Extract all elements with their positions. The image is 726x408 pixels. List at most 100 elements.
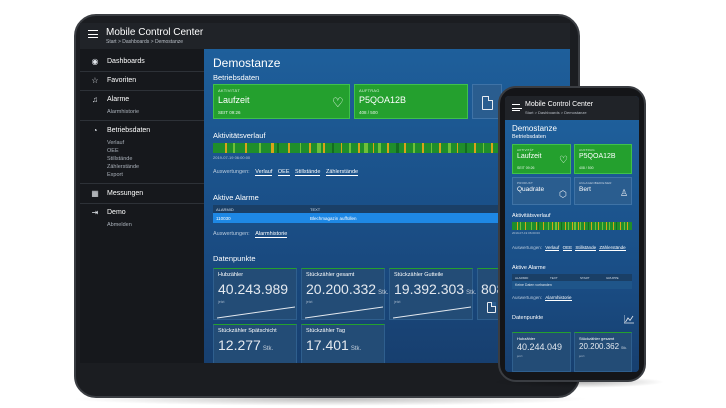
sidebar-item-label: Demo: [107, 209, 126, 216]
timeline-start-time: 2019-07-19 06:00:00: [512, 231, 540, 235]
sidebar-subitem-abmelden[interactable]: Abmelden: [107, 222, 132, 228]
datapoint-value: 17.401 Stk.: [306, 337, 361, 353]
timeline-segment: [580, 222, 582, 230]
sidebar-item-messungen[interactable]: ▦ Messungen: [80, 186, 204, 202]
tile-produkt[interactable]: PRODUKT Quadrate ⬡: [512, 177, 571, 205]
breadcrumb-dashboards[interactable]: Dashboards: [122, 39, 149, 45]
timeline-segment: [572, 222, 573, 230]
timeline-segment: [551, 222, 553, 230]
link-oee[interactable]: OEE: [562, 245, 573, 251]
datapoint-tile-spaetschicht[interactable]: Stückzähler Spätschicht 12.277 Stk.: [213, 324, 297, 363]
datapoint-tile-stueckzaehler-gutteile[interactable]: Stückzähler Gutteile 19.392.303 Stk. jetz…: [389, 268, 476, 320]
tile-count: 408 / 500: [579, 166, 594, 170]
sidebar-subitem-alarmhistorie[interactable]: Alarmhistorie: [107, 109, 139, 115]
section-heading-datenpunkte: Datenpunkte: [213, 254, 256, 263]
tile-auftrag[interactable]: AUFTRAG P5QOA12B 408 / 500: [574, 144, 632, 174]
link-oee[interactable]: OEE: [277, 169, 290, 176]
tile-footer: SEIT 09:26: [517, 166, 534, 170]
activity-timeline[interactable]: [512, 222, 632, 230]
datapoint-tile-hubzaehler[interactable]: Hubzähler 40.243.989 jetzt: [213, 268, 297, 320]
section-heading-betriebsdaten: Betriebsdaten: [213, 73, 260, 82]
hamburger-menu-icon[interactable]: [88, 30, 98, 38]
datapoint-number: 17.401: [306, 337, 349, 353]
timeline-segment: [578, 222, 579, 230]
tile-auftrag[interactable]: AUFTRAG P5QOA12B 408 / 500: [354, 84, 468, 119]
link-verlauf[interactable]: Verlauf: [255, 169, 273, 176]
tile-aktivitaet[interactable]: AKTIVITÄT Laufzeit SEIT 09:26 ♡: [512, 144, 571, 174]
tile-value: Laufzeit: [517, 153, 542, 160]
sidebar-item-label: Favoriten: [107, 77, 137, 84]
datapoint-value: 40.244.049: [517, 342, 564, 352]
datapoint-tile-tag[interactable]: Stückzähler Tag 17.401 Stk.: [301, 324, 385, 363]
timeline-segment: [587, 222, 589, 230]
link-stillstaende[interactable]: Stillstände: [575, 245, 597, 251]
timeline-segment: [244, 143, 248, 153]
sparkline: [217, 306, 295, 319]
divider: [80, 90, 204, 91]
since-time: 09:26: [525, 166, 535, 170]
sidebar-item-label: Betriebsdaten: [107, 127, 151, 134]
auswertungen-verlauf: Auswertungen: Verlauf OEE Stillstände Zä…: [213, 169, 359, 176]
datapoint-name: Hubzähler: [517, 336, 536, 341]
sidebar-item-favoriten[interactable]: ☆ Favoriten: [80, 73, 204, 89]
column-header-text: TEXT: [550, 276, 558, 280]
timeline-segment: [584, 222, 585, 230]
datapoint-unit: Stk.: [350, 346, 362, 352]
datapoint-tile-stueckzaehler-gesamt[interactable]: Stückzähler gesamt 20.200.332 Stk. jetzt: [301, 268, 389, 320]
datapoint-name: Stückzähler gesamt: [579, 336, 615, 341]
grid-icon: ▦: [91, 189, 99, 198]
sidebar-item-alarme[interactable]: ♫ Alarme: [80, 92, 204, 108]
link-alarmhistorie[interactable]: Alarmhistorie: [545, 295, 572, 301]
sidebar-item-dashboards[interactable]: ◉ Dashboards: [80, 54, 204, 70]
timeline-segment: [308, 143, 311, 153]
hamburger-menu-icon[interactable]: [512, 104, 522, 111]
alarm-table-row[interactable]: 110030 Blechmagazin auffüllen: [213, 213, 503, 223]
alarm-empty-row: Keine Daten vorhanden: [512, 281, 632, 289]
datapoint-unit: Stk.: [378, 290, 389, 296]
link-alarmhistorie[interactable]: Alarmhistorie: [255, 231, 288, 238]
section-heading-aktive-alarme: Aktive Alarme: [213, 193, 259, 202]
breadcrumb-current: Demostanze: [564, 110, 587, 115]
timeline-segment: [456, 143, 459, 153]
timeline-segment: [421, 143, 425, 153]
section-heading-datenpunkte: Datenpunkte: [512, 315, 544, 321]
sidebar-subitem-verlauf[interactable]: Verlauf: [107, 140, 124, 146]
column-header-gruppe: GRUPPE: [606, 276, 619, 280]
timeline-segment: [224, 143, 227, 153]
breadcrumb: Start > Dashboards > Demostanze: [525, 110, 587, 115]
sidebar-subitem-zaehlerstaende[interactable]: Zählerstände: [107, 164, 139, 170]
datapoint-number: 19.392.303: [394, 281, 465, 297]
datapoint-unit: Stk.: [466, 290, 477, 296]
tile-anlagenbediener[interactable]: ANLAGENBEDIENER Bert ♙: [574, 177, 632, 205]
divider: [80, 203, 204, 204]
divider: [80, 120, 204, 121]
timeline-segment: [317, 143, 321, 153]
datapoint-number: 12.277: [218, 337, 261, 353]
breadcrumb-start[interactable]: Start: [525, 110, 533, 115]
breadcrumb-start[interactable]: Start: [106, 39, 117, 45]
chart-icon[interactable]: [624, 315, 634, 324]
datapoint-tile-stueckzaehler-gesamt[interactable]: Stückzähler gesamt 20.200.362 Stk. jetzt: [574, 332, 632, 372]
link-zaehlerstaende[interactable]: Zählerstände: [325, 169, 359, 176]
datapoint-tile-hubzaehler[interactable]: Hubzähler 40.244.049 jetzt: [512, 332, 571, 372]
sidebar-subitem-stillstaende[interactable]: Stillstände: [107, 156, 132, 162]
app-title: Mobile Control Center: [525, 101, 594, 108]
link-zaehlerstaende[interactable]: Zählerstände: [599, 245, 626, 251]
datapoint-unit: Stk.: [621, 346, 628, 350]
datapoint-time: jetzt: [306, 300, 313, 304]
tile-value: Bert: [579, 186, 591, 193]
sidebar-subitem-oee[interactable]: OEE: [107, 148, 119, 154]
sidebar-subitem-export[interactable]: Export: [107, 172, 123, 178]
link-verlauf[interactable]: Verlauf: [545, 245, 560, 251]
datapoint-value: 19.392.303 Stk.: [394, 281, 476, 297]
timeline-segment: [609, 222, 611, 230]
sidebar: ◉ Dashboards ☆ Favoriten ♫ Alarme Alarmh…: [80, 49, 204, 363]
breadcrumb-dashboards[interactable]: Dashboards: [538, 110, 560, 115]
tile-aktivitaet[interactable]: AKTIVITÄT Laufzeit SEIT 09:26 ♡: [213, 84, 350, 119]
activity-timeline[interactable]: [213, 143, 503, 153]
link-stillstaende[interactable]: Stillstände: [295, 169, 321, 176]
document-icon: [482, 96, 493, 110]
person-icon: ♙: [620, 188, 629, 198]
sidebar-item-demo[interactable]: ⇥ Demo: [80, 205, 204, 221]
sidebar-item-betriebsdaten[interactable]: ◔ Betriebsdaten: [80, 123, 204, 139]
